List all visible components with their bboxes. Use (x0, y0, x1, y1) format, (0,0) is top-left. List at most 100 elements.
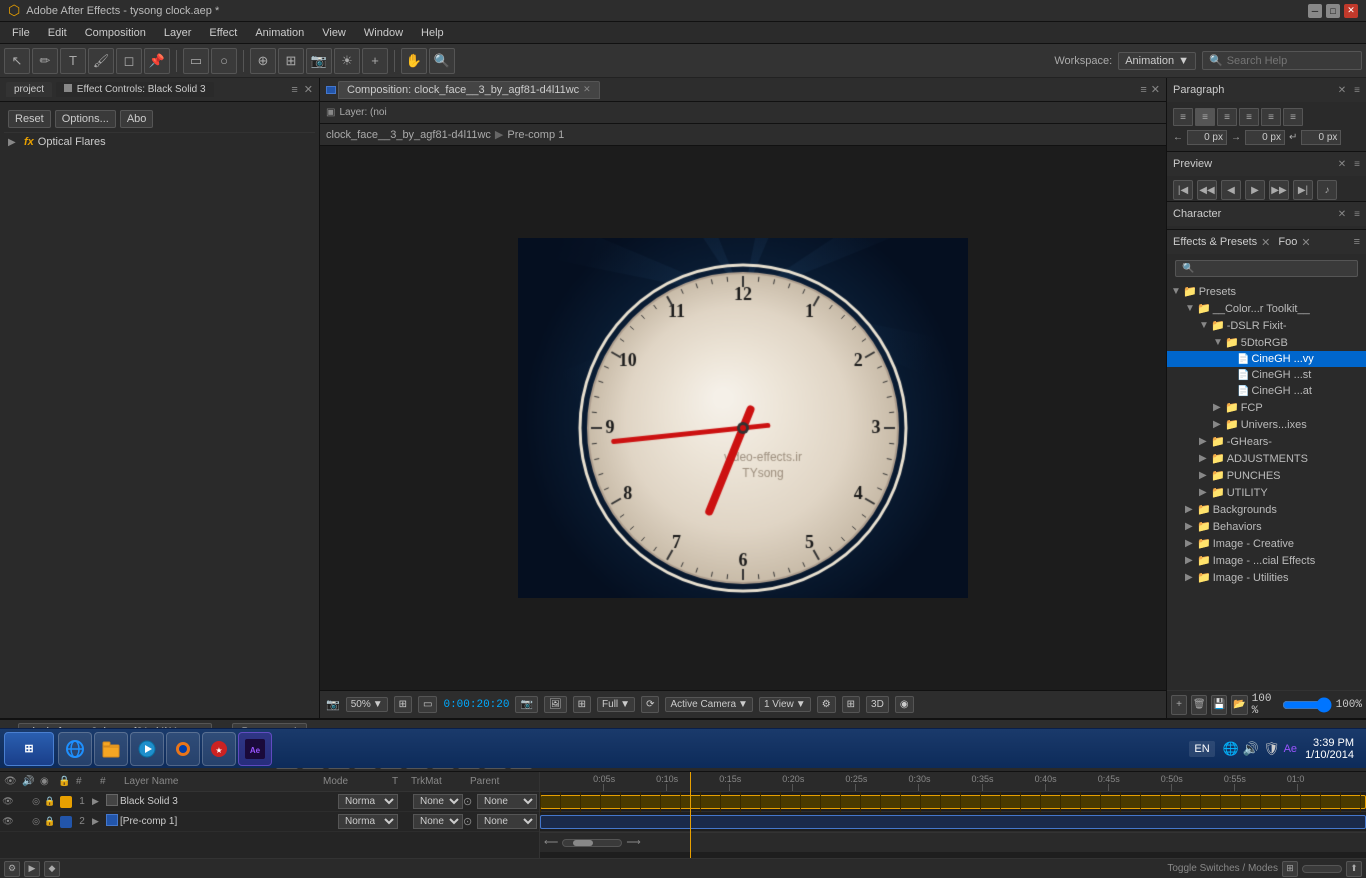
layer-1-solo[interactable]: ◎ (30, 796, 42, 808)
menu-window[interactable]: Window (356, 25, 411, 41)
preview-last[interactable]: ▶| (1293, 180, 1313, 200)
search-box[interactable]: 🔍 (1202, 51, 1362, 70)
tree-item-10[interactable]: ▶📁ADJUSTMENTS (1167, 450, 1366, 467)
preview-audio[interactable]: ♪ (1317, 180, 1337, 200)
preview-first[interactable]: |◀ (1173, 180, 1193, 200)
tool-text[interactable]: T (60, 48, 86, 74)
menu-effect[interactable]: Effect (201, 25, 245, 41)
tl-toggle-btn[interactable]: ⊞ (1282, 861, 1298, 877)
ep-load-btn[interactable]: 📂 (1231, 695, 1247, 715)
zoom-dropdown[interactable]: 50% ▼ (346, 697, 388, 712)
effect-options-btn[interactable]: Options... (55, 110, 116, 128)
start-button[interactable]: ⊞ (4, 732, 54, 766)
show-snapshot-btn[interactable]: 🖼 (544, 696, 567, 713)
tool-eraser[interactable]: ◻ (116, 48, 142, 74)
timeline-playhead[interactable] (690, 772, 691, 858)
layer-1-expand[interactable]: ▶ (92, 796, 106, 807)
composition-tab[interactable]: Composition: clock_face__3_by_agf81-d4l1… (338, 81, 600, 99)
character-panel-menu[interactable]: ≡ (1354, 209, 1360, 220)
menu-layer[interactable]: Layer (156, 25, 200, 41)
tree-item-1[interactable]: ▼📁__Color...r Toolkit__ (1167, 300, 1366, 317)
layer-1-mode[interactable]: Norma (338, 794, 398, 809)
tree-item-3[interactable]: ▼📁5DtoRGB (1167, 334, 1366, 351)
tree-item-5[interactable]: 📄CineGH ...st (1167, 367, 1366, 383)
tool-shape-rect[interactable]: ▭ (183, 48, 209, 74)
layer-tab[interactable]: Layer: (noi (339, 107, 386, 118)
layer-2-audio[interactable] (16, 816, 28, 828)
layer-1-trkmat[interactable]: None (413, 794, 463, 809)
align-right[interactable]: ≡ (1217, 108, 1237, 126)
search-input[interactable] (1227, 55, 1347, 67)
ep-foo-close[interactable]: ✕ (1301, 236, 1310, 249)
tree-item-16[interactable]: ▶📁Image - ...cial Effects (1167, 552, 1366, 569)
maximize-button[interactable]: □ (1326, 4, 1340, 18)
panel-menu-icon[interactable]: ≡ (291, 84, 297, 96)
layer-1-lock[interactable]: 🔒 (44, 796, 56, 808)
quality-dropdown[interactable]: Full ▼ (597, 697, 635, 712)
tree-item-12[interactable]: ▶📁UTILITY (1167, 484, 1366, 501)
tool-light[interactable]: ☀ (334, 48, 360, 74)
align-center[interactable]: ≡ (1195, 108, 1215, 126)
align-left[interactable]: ≡ (1173, 108, 1193, 126)
effect-about-btn[interactable]: Abo (120, 110, 154, 128)
tool-roto[interactable]: ⊕ (250, 48, 276, 74)
tl-render-queue[interactable]: ▶ (24, 861, 40, 877)
ep-menu[interactable]: ≡ (1354, 236, 1360, 248)
tl-zoom-bar[interactable] (562, 839, 622, 847)
taskbar-ae[interactable]: Ae (238, 732, 272, 766)
comp-panel-menu[interactable]: ≡ (1140, 84, 1146, 96)
layer-2-visibility[interactable]: 👁 (2, 816, 14, 828)
tool-puppet[interactable]: 📌 (144, 48, 170, 74)
tl-add-marker[interactable]: ◆ (44, 861, 60, 877)
tree-item-7[interactable]: ▶📁FCP (1167, 399, 1366, 416)
ep-search-input[interactable] (1175, 260, 1358, 277)
project-tab[interactable]: project (6, 82, 52, 97)
tool-shape-ellipse[interactable]: ○ (211, 48, 237, 74)
taskbar-explorer[interactable] (94, 732, 128, 766)
menu-animation[interactable]: Animation (247, 25, 312, 41)
minimize-button[interactable]: ─ (1308, 4, 1322, 18)
breadcrumb-precomp[interactable]: Pre-comp 1 (507, 129, 564, 141)
preview-next[interactable]: ▶▶ (1269, 180, 1289, 200)
layer-1-parent[interactable]: None (477, 794, 537, 809)
tree-item-17[interactable]: ▶📁Image - Utilities (1167, 569, 1366, 586)
preview-panel-menu[interactable]: ≡ (1354, 159, 1360, 170)
layer-2-track-bar[interactable] (540, 815, 1366, 829)
tl-end-btn[interactable]: ⬆ (1346, 861, 1362, 877)
camera-dropdown[interactable]: Active Camera ▼ (665, 697, 752, 712)
tree-item-13[interactable]: ▶📁Backgrounds (1167, 501, 1366, 518)
layer-1-visibility[interactable]: 👁 (2, 796, 14, 808)
layer-2-lock[interactable]: 🔒 (44, 816, 56, 828)
magnify-btn[interactable]: ⊞ (394, 696, 412, 713)
ep-close[interactable]: ✕ (1261, 236, 1270, 249)
menu-help[interactable]: Help (413, 25, 452, 41)
preview-play[interactable]: ▶ (1245, 180, 1265, 200)
region-btn[interactable]: ▭ (418, 696, 437, 713)
tl-zoom-thumb[interactable] (573, 840, 593, 846)
taskbar-app5[interactable]: ★ (202, 732, 236, 766)
preview-back[interactable]: ◀◀ (1197, 180, 1217, 200)
tree-item-6[interactable]: 📄CineGH ...at (1167, 383, 1366, 399)
layer-2-solo[interactable]: ◎ (30, 816, 42, 828)
align-justify-last[interactable]: ≡ (1261, 108, 1281, 126)
tool-pen[interactable]: ✏ (32, 48, 58, 74)
layer-2-trkmat[interactable]: None (413, 814, 463, 829)
align-force-justify[interactable]: ≡ (1283, 108, 1303, 126)
layer-2-parent[interactable]: None (477, 814, 537, 829)
grid-btn[interactable]: ⊞ (842, 696, 860, 713)
comp-panel-close[interactable]: ✕ (1151, 83, 1160, 96)
effect-reset-btn[interactable]: Reset (8, 110, 51, 128)
checkerboard-btn[interactable]: ⊞ (573, 696, 591, 713)
tree-item-8[interactable]: ▶📁Univers...ixes (1167, 416, 1366, 433)
indent-left-input[interactable] (1187, 130, 1227, 145)
reset-exposure-btn[interactable]: ◉ (895, 696, 914, 713)
menu-file[interactable]: File (4, 25, 38, 41)
comp-options-btn[interactable]: ⚙ (817, 696, 836, 713)
ep-zoom-slider[interactable] (1282, 701, 1332, 709)
tool-zoom[interactable]: 🔍 (429, 48, 455, 74)
align-justify[interactable]: ≡ (1239, 108, 1259, 126)
indent-right-input[interactable] (1245, 130, 1285, 145)
tree-item-15[interactable]: ▶📁Image - Creative (1167, 535, 1366, 552)
tree-item-4[interactable]: 📄CineGH ...vy (1167, 351, 1366, 367)
tl-comp-settings[interactable]: ⚙ (4, 861, 20, 877)
